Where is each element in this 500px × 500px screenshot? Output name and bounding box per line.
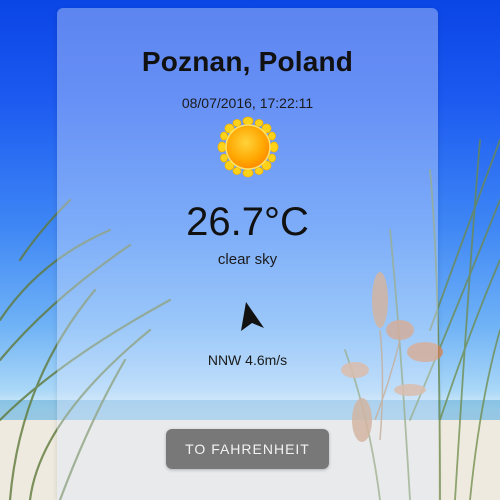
temperature-value: 26.7°C bbox=[186, 200, 309, 244]
sun-icon bbox=[217, 116, 279, 178]
to-fahrenheit-button[interactable]: TO FAHRENHEIT bbox=[166, 429, 329, 469]
wind-direction-arrow-icon bbox=[241, 302, 264, 331]
weather-condition: clear sky bbox=[217, 251, 278, 268]
datetime-text: 08/07/2016, 17:22:11 bbox=[181, 95, 314, 111]
weather-card: Poznan, Poland 08/07/2016, 17:22:11 26.7… bbox=[57, 8, 438, 500]
location-title: Poznan, Poland bbox=[141, 46, 354, 77]
wind-info: NNW 4.6m/s bbox=[207, 352, 288, 368]
